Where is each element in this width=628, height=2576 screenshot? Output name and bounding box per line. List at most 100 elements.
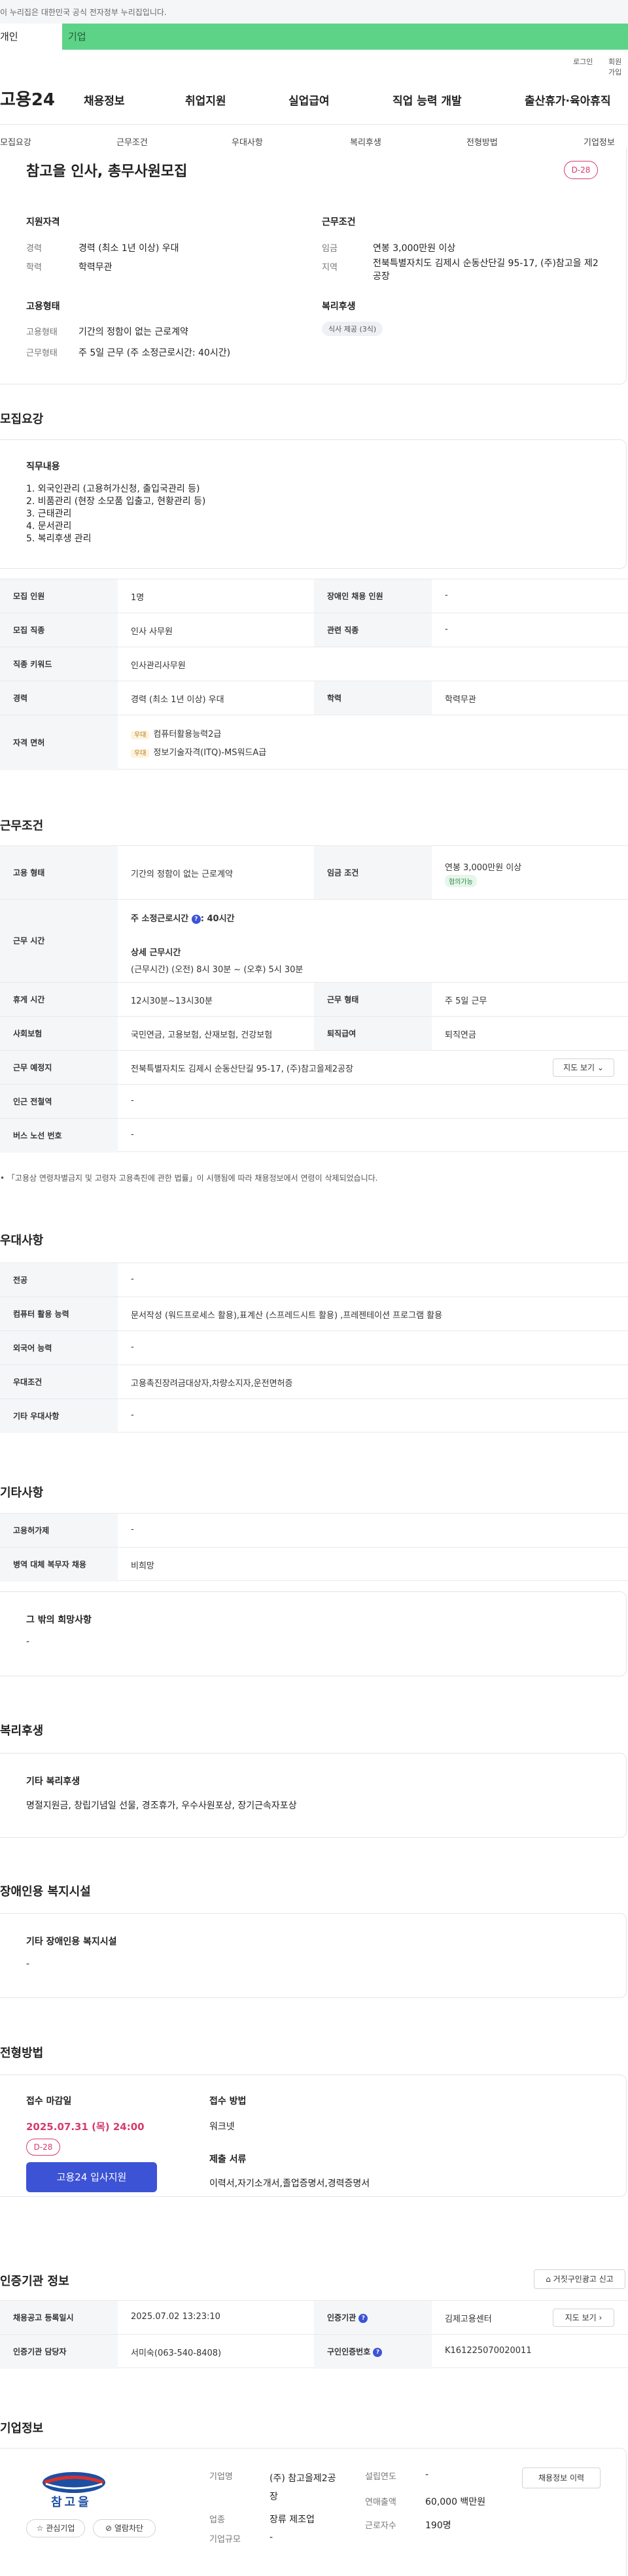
subnav-welfare[interactable]: 복리후생 bbox=[350, 135, 381, 148]
age-note: • 「고용상 연령차별금지 및 고령자 고용촉진에 관한 법률」이 시행됨에 따… bbox=[0, 1174, 378, 1183]
tab-individual[interactable]: 개인 bbox=[0, 24, 62, 50]
career-label: 경력 bbox=[26, 244, 42, 254]
login-link[interactable]: 로그인 bbox=[573, 56, 593, 67]
job-title: 참고을 인사, 총무사원모집 bbox=[26, 163, 188, 180]
cond-row: 근무 예정지 전북특별자치도 김제시 순동산단길 95-17, (주)참고을제2… bbox=[0, 1050, 628, 1085]
welfare-sub-heading: 기타 복리후생 bbox=[26, 1776, 80, 1787]
row-value: - bbox=[131, 1410, 134, 1420]
row-label: 자격 면허 bbox=[0, 715, 118, 770]
gov-banner: 이 누리집은 대한민국 공식 전자정부 누리집입니다. bbox=[0, 0, 628, 24]
deadline-value: 2025.07.31 (목) 24:00 bbox=[26, 2121, 145, 2133]
map-view-label: 지도 보기 bbox=[563, 1063, 595, 1072]
weekly-hours-value: : 40시간 bbox=[200, 914, 235, 924]
license-item: 우대 컴퓨터활용능력2급 bbox=[131, 727, 221, 739]
cond-section-heading: 근무조건 bbox=[0, 819, 44, 833]
subnav-recruit[interactable]: 모집요강 bbox=[0, 135, 31, 148]
employees-value: 190명 bbox=[425, 2520, 451, 2531]
row-label: 외국어 능력 bbox=[0, 1331, 118, 1365]
age-note-text: 「고용상 연령차별금지 및 고령자 고용촉진에 관한 법률」이 시행됨에 따라 … bbox=[7, 1174, 378, 1183]
nav-employment-support[interactable]: 취업지원 bbox=[185, 92, 226, 108]
block-label: 열람차단 bbox=[114, 2524, 144, 2533]
work-type-value: 주 5일 근무 (주 소정근로시간: 40시간) bbox=[78, 348, 231, 358]
wish-card bbox=[0, 1591, 627, 1676]
row-value: 서미숙(063-540-8408) bbox=[131, 2348, 222, 2358]
help-icon[interactable]: ? bbox=[358, 2313, 368, 2323]
row-label: 임금 조건 bbox=[314, 846, 432, 900]
dday-badge: D-28 bbox=[564, 161, 598, 179]
agency-section-heading: 인증기관 정보 bbox=[0, 2275, 69, 2288]
company-logo: 참고을 bbox=[31, 2468, 116, 2509]
company-name-value: (주) 참고을제2공장 bbox=[270, 2473, 336, 2502]
signup-link[interactable]: 회원가입 bbox=[608, 56, 628, 77]
row-label: 병역 대체 복무자 채용 bbox=[0, 1548, 118, 1582]
block-button[interactable]: ⊘ 열람차단 bbox=[93, 2519, 156, 2537]
row-label: 기타 우대사항 bbox=[0, 1399, 118, 1433]
disab-card bbox=[0, 1913, 627, 1998]
duty-item: 1. 외국인관리 (고용허가신청, 출입국관리 등) bbox=[26, 484, 200, 494]
method-value: 워크넷 bbox=[209, 2122, 235, 2132]
subnav-process[interactable]: 전형방법 bbox=[466, 135, 498, 148]
nav-jobs[interactable]: 채용정보 bbox=[84, 92, 125, 108]
row-label: 근무 형태 bbox=[314, 983, 432, 1017]
type-heading: 고용형태 bbox=[26, 301, 60, 312]
size-label: 기업규모 bbox=[209, 2535, 241, 2545]
cond-row: 버스 노선 번호 - bbox=[0, 1118, 628, 1153]
site-logo[interactable]: 고용24 bbox=[0, 86, 55, 110]
work-type-label: 근무형태 bbox=[26, 348, 58, 358]
row-label: 사회보험 bbox=[0, 1017, 118, 1051]
row-value: 인사관리사무원 bbox=[131, 661, 186, 671]
region-label: 지역 bbox=[322, 263, 338, 273]
row-label: 채용공고 등록일시 bbox=[0, 2301, 118, 2335]
company-name-label: 기업명 bbox=[209, 2472, 233, 2482]
welfare-heading: 복리후생 bbox=[322, 301, 356, 312]
nav-unemployment-benefit[interactable]: 실업급여 bbox=[288, 92, 330, 108]
interest-button[interactable]: ☆ 관심기업 bbox=[26, 2519, 85, 2537]
nav-parental-leave[interactable]: 출산휴가·육아휴직 bbox=[525, 92, 611, 108]
industry-value: 장류 제조업 bbox=[270, 2515, 315, 2525]
row-label: 우대조건 bbox=[0, 1365, 118, 1399]
license-name: 정보기술자격(ITQ)-MS워드A급 bbox=[153, 748, 267, 758]
row-value: 경력 (최소 1년 이상) 우대 bbox=[131, 695, 224, 705]
hiring-history-button[interactable]: 채용정보 이력 bbox=[522, 2467, 601, 2488]
wish-value: - bbox=[26, 1636, 30, 1647]
report-icon: ⌂ bbox=[546, 2275, 551, 2284]
disab-value: - bbox=[26, 1959, 30, 1969]
user-type-tabs: 개인 기업 bbox=[0, 24, 628, 50]
company-section-heading: 기업정보 bbox=[0, 2422, 44, 2435]
row-value: 연봉 3,000만원 이상 bbox=[445, 863, 522, 873]
report-fake-ad-button[interactable]: ⌂ 거짓구인광고 신고 bbox=[534, 2269, 625, 2289]
map-view-button[interactable]: 지도 보기 ⌄ bbox=[553, 1059, 614, 1077]
duty-item: 4. 문서관리 bbox=[26, 521, 72, 532]
industry-label: 업종 bbox=[209, 2515, 225, 2525]
welfare-card bbox=[0, 1753, 627, 1838]
pref-tag: 우대 bbox=[131, 731, 150, 739]
row-value: 학력무관 bbox=[445, 695, 476, 705]
help-icon[interactable]: ? bbox=[191, 914, 201, 924]
recruit-heading: 모집요강 bbox=[0, 413, 44, 426]
emp-type-label: 고용형태 bbox=[26, 328, 58, 337]
row-label: 컴퓨터 활용 능력 bbox=[0, 1297, 118, 1331]
employees-label: 근로자수 bbox=[365, 2521, 396, 2531]
apply-button[interactable]: 고용24 입사지원 bbox=[26, 2162, 157, 2192]
subnav-preferences[interactable]: 우대사항 bbox=[232, 135, 263, 148]
edu-label: 학력 bbox=[26, 263, 42, 273]
duty-list: 1. 외국인관리 (고용허가신청, 출입국관리 등) 2. 비품관리 (현장 소… bbox=[26, 483, 205, 545]
est-value: - bbox=[425, 2469, 429, 2480]
region-value: 전북특별자치도 김제시 순동산단길 95-17, (주)참고을 제2공장 bbox=[373, 258, 599, 282]
interest-label: 관심기업 bbox=[46, 2524, 75, 2533]
row-value: 인사 사무원 bbox=[131, 627, 173, 637]
row-value: 주 5일 근무 bbox=[445, 996, 487, 1006]
subnav-company[interactable]: 기업정보 bbox=[584, 135, 615, 148]
sales-value: 60,000 백만원 bbox=[425, 2497, 486, 2507]
pref-row: 외국어 능력 - bbox=[0, 1330, 628, 1365]
row-label: 버스 노선 번호 bbox=[0, 1119, 118, 1153]
row-label: 학력 bbox=[314, 681, 432, 715]
help-icon[interactable]: ? bbox=[373, 2347, 383, 2357]
nav-vocational-training[interactable]: 직업 능력 개발 bbox=[392, 92, 462, 108]
license-item: 우대 정보기술자격(ITQ)-MS워드A급 bbox=[131, 745, 266, 758]
subnav-conditions[interactable]: 근무조건 bbox=[116, 135, 148, 148]
agency-map-button[interactable]: 지도 보기 › bbox=[553, 2309, 614, 2327]
cond-row: 인근 전철역 - bbox=[0, 1084, 628, 1119]
tab-corporate[interactable]: 기업 bbox=[68, 24, 147, 50]
row-value: 12시30분~13시30분 bbox=[131, 996, 213, 1006]
